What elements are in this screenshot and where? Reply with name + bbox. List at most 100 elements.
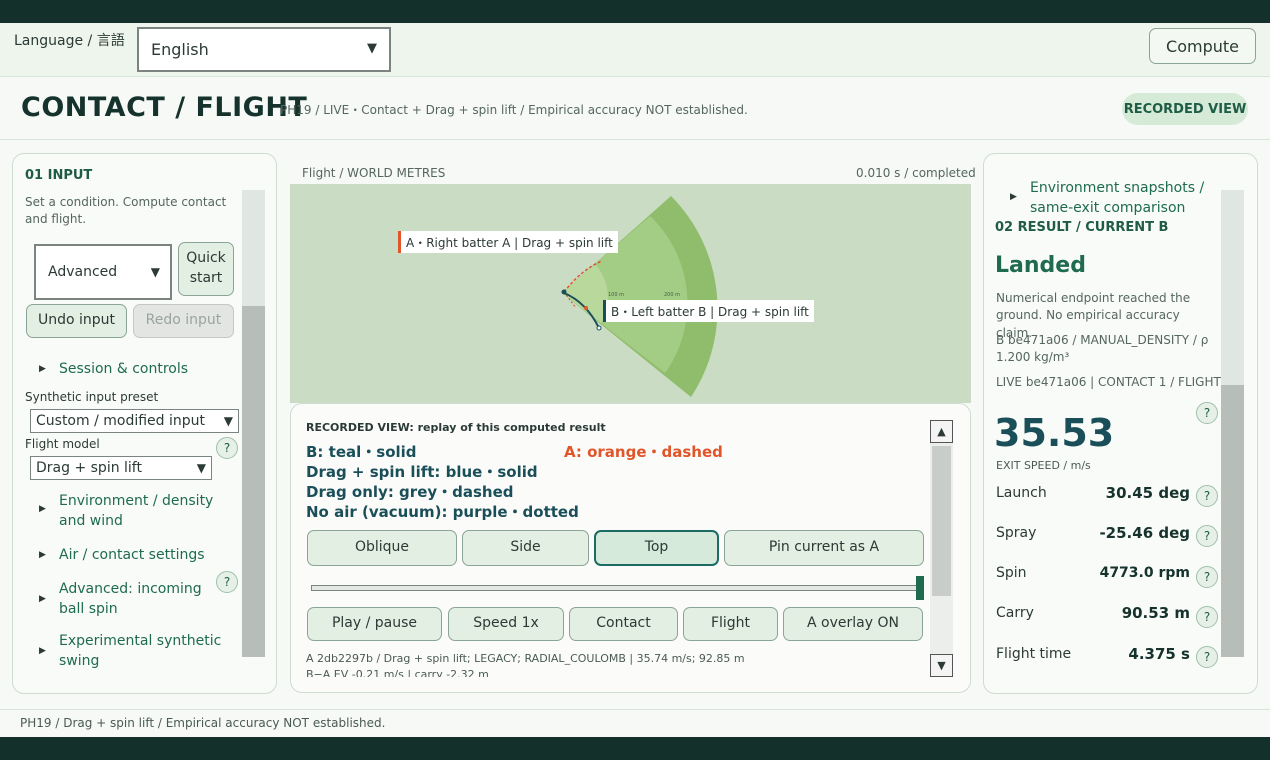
scroll-down-icon[interactable]: ▼ bbox=[930, 654, 953, 677]
environment-link[interactable]: Environment / density and wind bbox=[59, 491, 239, 532]
expand-triangle-icon: ▶ bbox=[39, 594, 46, 604]
ring-label-200: 200 m bbox=[664, 292, 680, 298]
carry-label: Carry bbox=[996, 605, 1034, 621]
spray-label: Spray bbox=[996, 525, 1037, 541]
preset-select[interactable]: Custom / modified input ▼ bbox=[30, 409, 239, 433]
mode-select[interactable]: Advanced ▼ bbox=[34, 244, 172, 300]
input-section-title: 01 INPUT bbox=[25, 168, 93, 183]
expand-triangle-icon: ▶ bbox=[39, 646, 46, 656]
timeline-slider[interactable] bbox=[311, 585, 919, 591]
replay-scroll-thumb[interactable] bbox=[932, 446, 951, 596]
timeline-handle[interactable] bbox=[916, 576, 924, 600]
redo-button[interactable]: Redo input bbox=[133, 304, 234, 338]
mode-value: Advanced bbox=[48, 264, 118, 280]
speed-button[interactable]: Speed 1x bbox=[448, 607, 564, 641]
recorded-view-badge: RECORDED VIEW bbox=[1122, 93, 1248, 125]
flight-time-value: 4.375 s bbox=[1128, 645, 1190, 663]
flight-map[interactable]: 100 m 200 m A・Right batter A | Drag + sp… bbox=[290, 184, 971, 403]
expand-triangle-icon: ▶ bbox=[1010, 192, 1017, 202]
language-select[interactable]: English ▼ bbox=[137, 27, 391, 72]
language-label: Language / 言語 bbox=[14, 33, 125, 49]
play-pause-button[interactable]: Play / pause bbox=[307, 607, 442, 641]
quick-start-button[interactable]: Quick start bbox=[178, 242, 234, 296]
undo-button[interactable]: Undo input bbox=[26, 304, 127, 338]
chevron-down-icon: ▼ bbox=[196, 461, 206, 475]
preset-label: Synthetic input preset bbox=[25, 390, 159, 404]
help-icon[interactable]: ? bbox=[1196, 402, 1218, 424]
view-oblique-button[interactable]: Oblique bbox=[307, 530, 457, 566]
app: Language / 言語 English ▼ Compute CONTACT … bbox=[0, 23, 1270, 737]
map-label-b: B・Left batter B | Drag + spin lift bbox=[603, 300, 814, 322]
expand-triangle-icon: ▶ bbox=[39, 364, 46, 374]
help-icon[interactable]: ? bbox=[216, 437, 238, 459]
result-section-title: 02 RESULT / CURRENT B bbox=[995, 220, 1169, 235]
spin-value: 4773.0 rpm bbox=[1099, 565, 1190, 581]
compare-info-b: B−A EV -0.21 m/s | carry -2.32 m bbox=[306, 668, 489, 677]
map-title: Flight / WORLD METRES bbox=[302, 166, 446, 180]
footer: PH19 / Drag + spin lift / Empirical accu… bbox=[0, 709, 1270, 737]
input-description: Set a condition. Compute contact and fli… bbox=[25, 195, 227, 227]
landing-marker-b bbox=[596, 325, 602, 331]
carry-value: 90.53 m bbox=[1121, 604, 1190, 622]
replay-scrollbar[interactable]: ▲ ▼ bbox=[930, 420, 953, 677]
session-controls-link[interactable]: Session & controls bbox=[59, 359, 188, 379]
launch-label: Launch bbox=[996, 485, 1047, 501]
title-row: CONTACT / FLIGHT PH19 / LIVE・Contact + D… bbox=[0, 78, 1270, 140]
bottom-frame bbox=[0, 737, 1270, 760]
language-row: Language / 言語 English ▼ Compute bbox=[0, 23, 1270, 77]
legend-purple: No air (vacuum): purple・dotted bbox=[306, 503, 579, 521]
advanced-spin-link[interactable]: Advanced: incoming ball spin bbox=[59, 579, 209, 620]
flight-button[interactable]: Flight bbox=[683, 607, 778, 641]
view-top-button[interactable]: Top bbox=[594, 530, 719, 566]
experimental-swing-link[interactable]: Experimental synthetic swing bbox=[59, 631, 229, 672]
right-scrollbar[interactable] bbox=[1221, 190, 1244, 657]
infield bbox=[562, 264, 608, 323]
environment-snapshots-link[interactable]: Environment snapshots / same-exit compar… bbox=[1030, 178, 1210, 219]
left-scrollbar[interactable] bbox=[242, 190, 265, 657]
ring-label-100: 100 m bbox=[608, 292, 624, 298]
recorded-note: RECORDED VIEW: replay of this computed r… bbox=[306, 421, 606, 434]
help-icon[interactable]: ? bbox=[1196, 566, 1218, 588]
home-plate-marker bbox=[561, 289, 567, 295]
map-status: 0.010 s / completed bbox=[856, 166, 976, 180]
scroll-up-icon[interactable]: ▲ bbox=[930, 420, 953, 443]
help-icon[interactable]: ? bbox=[1196, 606, 1218, 628]
air-contact-link[interactable]: Air / contact settings bbox=[59, 545, 205, 565]
left-scroll-thumb[interactable] bbox=[242, 306, 265, 657]
chevron-down-icon: ▼ bbox=[150, 265, 160, 279]
pin-current-button[interactable]: Pin current as A bbox=[724, 530, 924, 566]
exit-speed-label: EXIT SPEED / m/s bbox=[996, 459, 1091, 472]
field-diagram: 100 m 200 m bbox=[561, 196, 718, 397]
language-value: English bbox=[151, 40, 209, 59]
legend-blue: Drag + spin lift: blue・solid bbox=[306, 463, 538, 481]
expand-triangle-icon: ▶ bbox=[39, 504, 46, 514]
help-icon[interactable]: ? bbox=[216, 571, 238, 593]
help-icon[interactable]: ? bbox=[1196, 485, 1218, 507]
result-meta-1: B be471a06 / MANUAL_DENSITY / ρ 1.200 kg… bbox=[996, 333, 1209, 365]
help-icon[interactable]: ? bbox=[1196, 525, 1218, 547]
result-meta-2: LIVE be471a06 | CONTACT 1 / FLIGHT 3 bbox=[996, 375, 1233, 389]
compute-button[interactable]: Compute bbox=[1149, 28, 1256, 64]
spin-label: Spin bbox=[996, 565, 1027, 581]
chevron-down-icon: ▼ bbox=[223, 414, 233, 428]
legend-a: A: orange・dashed bbox=[564, 443, 723, 461]
help-icon[interactable]: ? bbox=[1196, 646, 1218, 668]
page-subtitle: PH19 / LIVE・Contact + Drag + spin lift /… bbox=[280, 103, 748, 117]
preset-value: Custom / modified input bbox=[36, 413, 206, 429]
a-overlay-button[interactable]: A overlay ON bbox=[783, 607, 923, 641]
model-select[interactable]: Drag + spin lift ▼ bbox=[30, 456, 212, 480]
legend-b: B: teal・solid bbox=[306, 443, 417, 461]
view-side-button[interactable]: Side bbox=[462, 530, 589, 566]
right-scroll-thumb[interactable] bbox=[1221, 385, 1244, 657]
footer-text: PH19 / Drag + spin lift / Empirical accu… bbox=[20, 716, 386, 730]
expand-triangle-icon: ▶ bbox=[39, 550, 46, 560]
legend-grey: Drag only: grey・dashed bbox=[306, 483, 514, 501]
contact-button[interactable]: Contact bbox=[569, 607, 678, 641]
replay-panel: RECORDED VIEW: replay of this computed r… bbox=[290, 403, 971, 693]
model-value: Drag + spin lift bbox=[36, 460, 142, 476]
spray-value: -25.46 deg bbox=[1099, 524, 1190, 542]
compare-info-a: A 2db2297b / Drag + spin lift; LEGACY; R… bbox=[306, 652, 745, 665]
map-label-a: A・Right batter A | Drag + spin lift bbox=[398, 231, 618, 253]
flight-time-label: Flight time bbox=[996, 646, 1072, 662]
launch-value: 30.45 deg bbox=[1105, 484, 1190, 502]
